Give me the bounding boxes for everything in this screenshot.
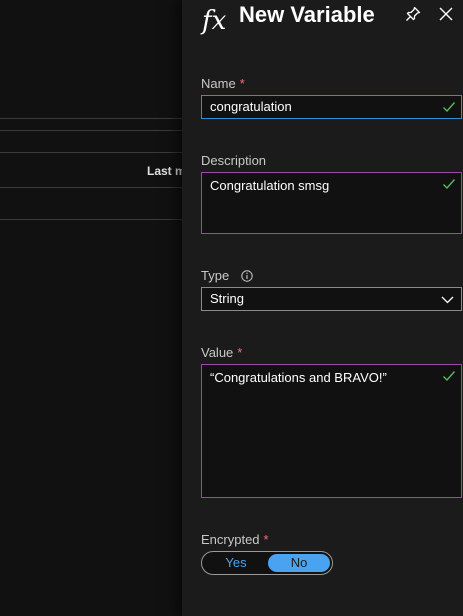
description-label-text: Description	[201, 153, 267, 168]
close-icon	[437, 5, 455, 23]
encrypted-label-text: Encrypted	[201, 532, 260, 547]
toggle-option-yes[interactable]: Yes	[204, 554, 268, 572]
required-mark: *	[237, 345, 243, 360]
type-label: Type	[201, 268, 253, 284]
checkmark-icon	[442, 100, 456, 114]
description-value: Congratulation smsg	[210, 178, 330, 193]
close-button[interactable]	[437, 5, 455, 23]
value-text: “Congratulations and BRAVO!”	[210, 370, 387, 385]
description-textarea[interactable]: Congratulation smsg	[201, 172, 462, 234]
divider	[0, 187, 182, 188]
info-icon[interactable]	[241, 269, 253, 282]
new-variable-panel: fx New Variable Name * congratulation Des…	[182, 0, 463, 616]
name-input[interactable]: congratulation	[201, 95, 462, 119]
panel-title: New Variable	[239, 2, 375, 27]
divider	[0, 152, 182, 153]
divider	[0, 118, 182, 119]
divider	[0, 130, 182, 131]
chevron-down-icon	[441, 294, 454, 304]
checkmark-icon	[442, 369, 456, 383]
divider	[0, 219, 182, 220]
toggle-option-no[interactable]: No	[268, 554, 330, 572]
type-label-text: Type	[201, 268, 230, 283]
pin-icon	[404, 5, 422, 23]
column-header-last-modified[interactable]: Last modified	[147, 164, 182, 178]
encrypted-label: Encrypted *	[201, 532, 269, 548]
name-label-text: Name	[201, 76, 236, 91]
description-label: Description	[201, 153, 266, 169]
value-label: Value *	[201, 345, 242, 361]
background-list-area: Last modified	[0, 0, 182, 616]
required-mark: *	[239, 76, 245, 91]
name-label: Name *	[201, 76, 245, 92]
required-mark: *	[263, 532, 269, 547]
fx-icon: fx	[202, 6, 227, 36]
type-dropdown[interactable]: String	[201, 287, 462, 311]
checkmark-icon	[442, 177, 456, 191]
value-label-text: Value	[201, 345, 234, 360]
name-input-value: congratulation	[210, 99, 292, 114]
encrypted-toggle[interactable]: Yes No	[201, 551, 333, 575]
type-selected-value: String	[210, 291, 244, 306]
pin-button[interactable]	[404, 5, 422, 23]
value-textarea[interactable]: “Congratulations and BRAVO!”	[201, 364, 462, 498]
